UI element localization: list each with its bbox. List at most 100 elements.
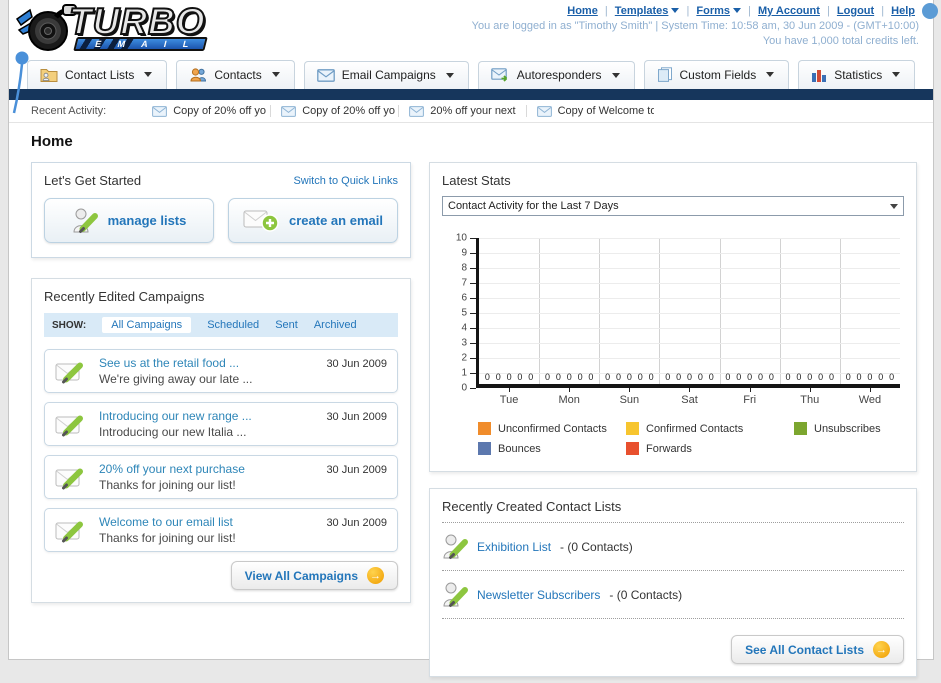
chart-day-group: 00000 <box>780 238 840 384</box>
chart-value-label: 0 <box>889 372 895 382</box>
chart-value-label: 0 <box>626 372 632 382</box>
campaign-title-link[interactable]: Introducing our new range ... <box>99 409 316 423</box>
tab-label: Statistics <box>834 67 883 82</box>
envelope-pencil-icon <box>55 411 89 438</box>
gs-button-label: create an email <box>289 213 383 228</box>
dotted-separator <box>442 522 904 523</box>
campaign-row[interactable]: Introducing our new range ... Introducing… <box>44 402 398 446</box>
recent-activity-item[interactable]: Copy of 20% off yo <box>142 105 270 117</box>
nav-link-help[interactable]: Help <box>891 5 915 17</box>
envelope-small-icon <box>409 105 425 117</box>
tab-contacts[interactable]: Contacts <box>176 60 295 89</box>
folder-user-icon <box>40 67 58 82</box>
chevron-down-icon <box>671 8 680 13</box>
y-axis-tick-label: 1 <box>461 367 467 379</box>
tab-contact-lists[interactable]: Contact Lists <box>27 60 168 89</box>
manage-lists-button[interactable]: manage lists <box>44 198 214 243</box>
navy-divider-bar <box>9 89 933 100</box>
tab-statistics[interactable]: Statistics <box>798 60 916 89</box>
envelope-small-icon <box>281 105 297 117</box>
users-icon <box>189 67 207 82</box>
tab-email-campaigns[interactable]: Email Campaigns <box>303 61 469 89</box>
campaign-title-link[interactable]: 20% off your next purchase <box>99 462 316 476</box>
envelope-icon <box>316 68 335 82</box>
arrow-right-icon: → <box>873 641 890 658</box>
recent-activity-item-label: Copy of 20% off yo <box>302 105 395 117</box>
contact-list-name-link[interactable]: Newsletter Subscribers <box>477 588 600 602</box>
envelope-small-icon <box>152 105 168 117</box>
contact-lists-card: Recently Created Contact Lists Exhibitio… <box>429 488 917 677</box>
y-axis-tick-label: 3 <box>461 337 467 349</box>
recent-activity-item[interactable]: Copy of Welcome to <box>525 105 654 117</box>
tab-custom-fields[interactable]: Custom Fields <box>643 60 790 89</box>
y-axis-tick-label: 6 <box>461 292 467 304</box>
dotted-separator <box>442 570 904 571</box>
chart-value-label: 0 <box>544 372 550 382</box>
chart-value-label: 0 <box>495 372 501 382</box>
envelope-pencil-icon <box>55 464 89 491</box>
create-an-email-button[interactable]: create an email <box>228 198 398 243</box>
chart-value-label: 0 <box>878 372 884 382</box>
contact-list-row[interactable]: Exhibition List - (0 Contacts) <box>442 531 904 562</box>
nav-link-my-account[interactable]: My Account <box>758 5 820 17</box>
y-axis-tick-label: 10 <box>455 232 467 244</box>
campaign-text: 20% off your next purchase Thanks for joi… <box>99 462 316 492</box>
nav-separator: | <box>878 5 888 17</box>
stats-period-select[interactable]: Contact Activity for the Last 7 Days <box>442 196 904 216</box>
campaign-title-link[interactable]: See us at the retail food ... <box>99 356 316 370</box>
campaign-row[interactable]: See us at the retail food ... We're givin… <box>44 349 398 393</box>
contact-list-row[interactable]: Newsletter Subscribers - (0 Contacts) <box>442 579 904 610</box>
nav-link-templates[interactable]: Templates <box>615 5 680 17</box>
filter-archived[interactable]: Archived <box>314 319 357 331</box>
chart-value-label: 0 <box>588 372 594 382</box>
nav-link-forms[interactable]: Forms <box>696 5 741 17</box>
nav-link-home[interactable]: Home <box>567 5 598 17</box>
show-label: SHOW: <box>52 319 87 331</box>
nav-link-logout[interactable]: Logout <box>837 5 874 17</box>
contact-list-name-link[interactable]: Exhibition List <box>477 540 551 554</box>
filter-scheduled[interactable]: Scheduled <box>207 319 259 331</box>
see-all-contact-lists-button[interactable]: See All Contact Lists → <box>731 635 904 664</box>
contact-lists-title: Recently Created Contact Lists <box>442 499 622 514</box>
left-column: Let's Get Started Switch to Quick Links … <box>31 162 411 603</box>
campaign-title-link[interactable]: Welcome to our email list <box>99 515 316 529</box>
chart-value-label: 0 <box>807 372 813 382</box>
legend-label: Confirmed Contacts <box>646 422 744 435</box>
recent-campaigns-title: Recently Edited Campaigns <box>44 289 205 304</box>
chart-value-labels: 00000 <box>840 372 900 382</box>
chart-day-group: 00000 <box>720 238 780 384</box>
recent-activity-item[interactable]: Copy of 20% off yo <box>270 105 398 117</box>
legend-item: Bounces <box>478 442 626 455</box>
campaign-row[interactable]: Welcome to our email list Thanks for join… <box>44 508 398 552</box>
recent-activity-item-label: Copy of 20% off yo <box>173 105 266 117</box>
nav-separator: | <box>601 5 611 17</box>
switch-quick-links-link[interactable]: Switch to Quick Links <box>293 175 398 187</box>
legend-item: Unsubscribes <box>794 422 900 435</box>
person-pencil-icon <box>442 581 468 608</box>
campaign-filter-bar: SHOW: All Campaigns Scheduled Sent Archived <box>44 313 398 337</box>
recent-activity-item-label: 20% off your next <box>430 105 516 117</box>
chart-value-label: 0 <box>506 372 512 382</box>
chart-y-axis: 0 1 2 3 4 5 6 7 8 9 10 <box>446 233 476 394</box>
pages-icon <box>657 67 673 82</box>
get-started-buttons: manage lists create an email <box>44 198 398 245</box>
x-axis-label: Thu <box>780 388 840 406</box>
campaign-text: Introducing our new range ... Introducing… <box>99 409 316 439</box>
filter-all-campaigns[interactable]: All Campaigns <box>102 317 192 333</box>
recent-activity-item[interactable]: 20% off your next <box>398 105 525 117</box>
view-all-campaigns-button[interactable]: View All Campaigns → <box>230 561 398 590</box>
see-all-contact-lists-label: See All Contact Lists <box>745 642 864 657</box>
chart-value-label: 0 <box>757 372 763 382</box>
y-axis-tick-label: 4 <box>461 322 467 334</box>
tab-autoresponders[interactable]: Autoresponders <box>477 61 635 89</box>
legend-label: Unconfirmed Contacts <box>498 422 607 435</box>
campaign-row[interactable]: 20% off your next purchase Thanks for joi… <box>44 455 398 499</box>
header-nav: Home | Templates | Forms | My Account | … <box>472 5 919 17</box>
chart-plot-area: 00000000000000000000000000000000000 <box>476 238 900 388</box>
filter-sent[interactable]: Sent <box>275 319 298 331</box>
chart-value-label: 0 <box>867 372 873 382</box>
chart-day-group: 00000 <box>539 238 599 384</box>
chart-value-label: 0 <box>676 372 682 382</box>
logged-in-text: You are logged in as "Timothy Smith" | S… <box>471 20 919 32</box>
y-axis-tick-label: 2 <box>461 352 467 364</box>
